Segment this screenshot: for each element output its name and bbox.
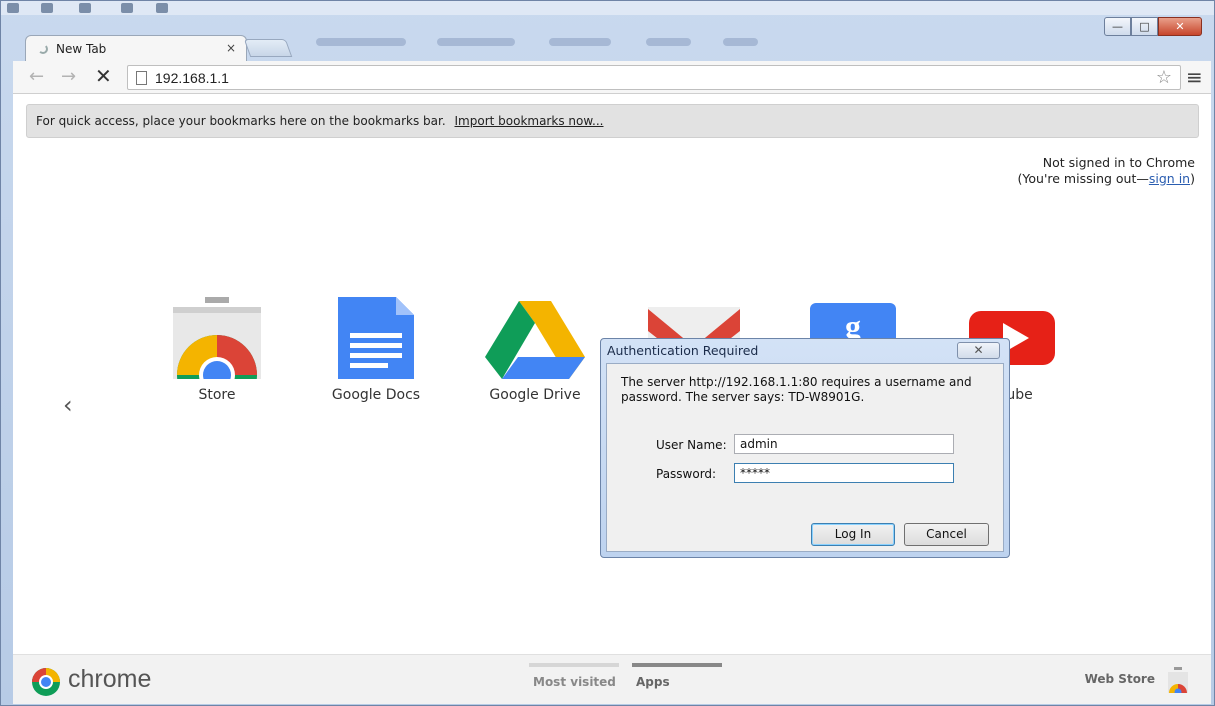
menu-icon[interactable]: ≡ [1186, 65, 1203, 89]
app-label: Google Docs [331, 387, 421, 403]
save-icon [41, 3, 53, 13]
app-google-drive[interactable]: Google Drive [465, 294, 605, 403]
url-text: 192.168.1.1 [155, 69, 229, 86]
blurred-menu [549, 38, 611, 46]
maximize-button[interactable]: □ [1131, 17, 1158, 36]
tab-most-visited[interactable]: Most visited [529, 663, 619, 689]
blurred-menu [723, 38, 758, 46]
previous-page-arrow[interactable]: ‹ [63, 391, 73, 419]
bookmarks-hint: For quick access, place your bookmarks h… [36, 114, 446, 128]
close-window-button[interactable]: ✕ [1158, 17, 1202, 36]
app-store[interactable]: Store [147, 294, 287, 403]
back-icon[interactable]: ← [29, 66, 44, 87]
page-icon [136, 70, 147, 85]
dialog-body: The server http://192.168.1.1:80 require… [606, 363, 1004, 552]
dialog-close-button[interactable]: ✕ [957, 342, 1000, 359]
web-store-link[interactable]: Web Store [1085, 672, 1155, 686]
google-drive-icon [485, 301, 585, 379]
touch-icon [156, 3, 168, 13]
bookmarks-bar: For quick access, place your bookmarks h… [26, 104, 1199, 138]
blurred-menu [437, 38, 515, 46]
tab-label: Apps [636, 675, 670, 689]
signin-status: Not signed in to Chrome [1042, 155, 1195, 170]
signin-prefix: (You're missing out— [1017, 171, 1149, 186]
chrome-store-icon [173, 297, 261, 379]
password-field[interactable]: ***** [734, 463, 954, 483]
tab-indicator-active [632, 663, 722, 667]
redo-icon [121, 3, 133, 13]
tab-new-tab[interactable]: New Tab × [25, 35, 247, 61]
dialog-title: Authentication Required [607, 343, 759, 358]
loading-spinner-icon [38, 43, 48, 54]
tab-indicator [529, 663, 619, 667]
window-controls: — □ ✕ [1104, 17, 1202, 36]
signin-suffix: ) [1190, 171, 1195, 186]
minimize-button[interactable]: — [1104, 17, 1131, 36]
app-google-docs[interactable]: Google Docs [306, 294, 446, 403]
web-store-icon[interactable] [1167, 667, 1189, 693]
toolbar: ← → ✕ 192.168.1.1 ☆ ≡ [13, 61, 1211, 94]
google-docs-icon [338, 297, 414, 379]
new-tab-button[interactable] [243, 39, 293, 57]
signin-notice: Not signed in to Chrome (You're missing … [1018, 155, 1195, 187]
app-label: Google Drive [489, 387, 581, 403]
username-field[interactable]: admin [734, 434, 954, 454]
tab-close-icon[interactable]: × [226, 41, 236, 55]
browser-window: — □ ✕ New Tab × ← → ✕ 192.168.1.1 ☆ ≡ Fo… [0, 0, 1215, 706]
import-bookmarks-link[interactable]: Import bookmarks now... [455, 114, 604, 128]
sign-in-link[interactable]: sign in [1149, 171, 1190, 186]
word-icon [7, 3, 19, 13]
chrome-logo-icon [32, 668, 60, 696]
new-tab-footer: chrome Most visited Apps Web Store [13, 654, 1211, 704]
bookmark-star-icon[interactable]: ☆ [1156, 67, 1172, 88]
tab-label: Most visited [533, 675, 616, 689]
log-in-button[interactable]: Log In [811, 523, 895, 546]
undo-icon [79, 3, 91, 13]
tab-apps[interactable]: Apps [632, 663, 722, 689]
background-app-strip [1, 1, 1214, 15]
auth-dialog: Authentication Required ✕ The server htt… [600, 338, 1010, 558]
dialog-message: The server http://192.168.1.1:80 require… [621, 375, 972, 404]
username-label: User Name: [656, 438, 727, 452]
app-label: Store [198, 387, 236, 403]
tab-title: New Tab [56, 41, 107, 56]
forward-icon[interactable]: → [61, 66, 76, 87]
blurred-menu [316, 38, 406, 46]
stop-icon[interactable]: ✕ [95, 64, 112, 88]
blurred-menu [646, 38, 691, 46]
chrome-brand-text: chrome [68, 665, 152, 693]
cancel-button[interactable]: Cancel [904, 523, 989, 546]
address-bar[interactable]: 192.168.1.1 ☆ [127, 65, 1181, 90]
password-label: Password: [656, 467, 717, 481]
